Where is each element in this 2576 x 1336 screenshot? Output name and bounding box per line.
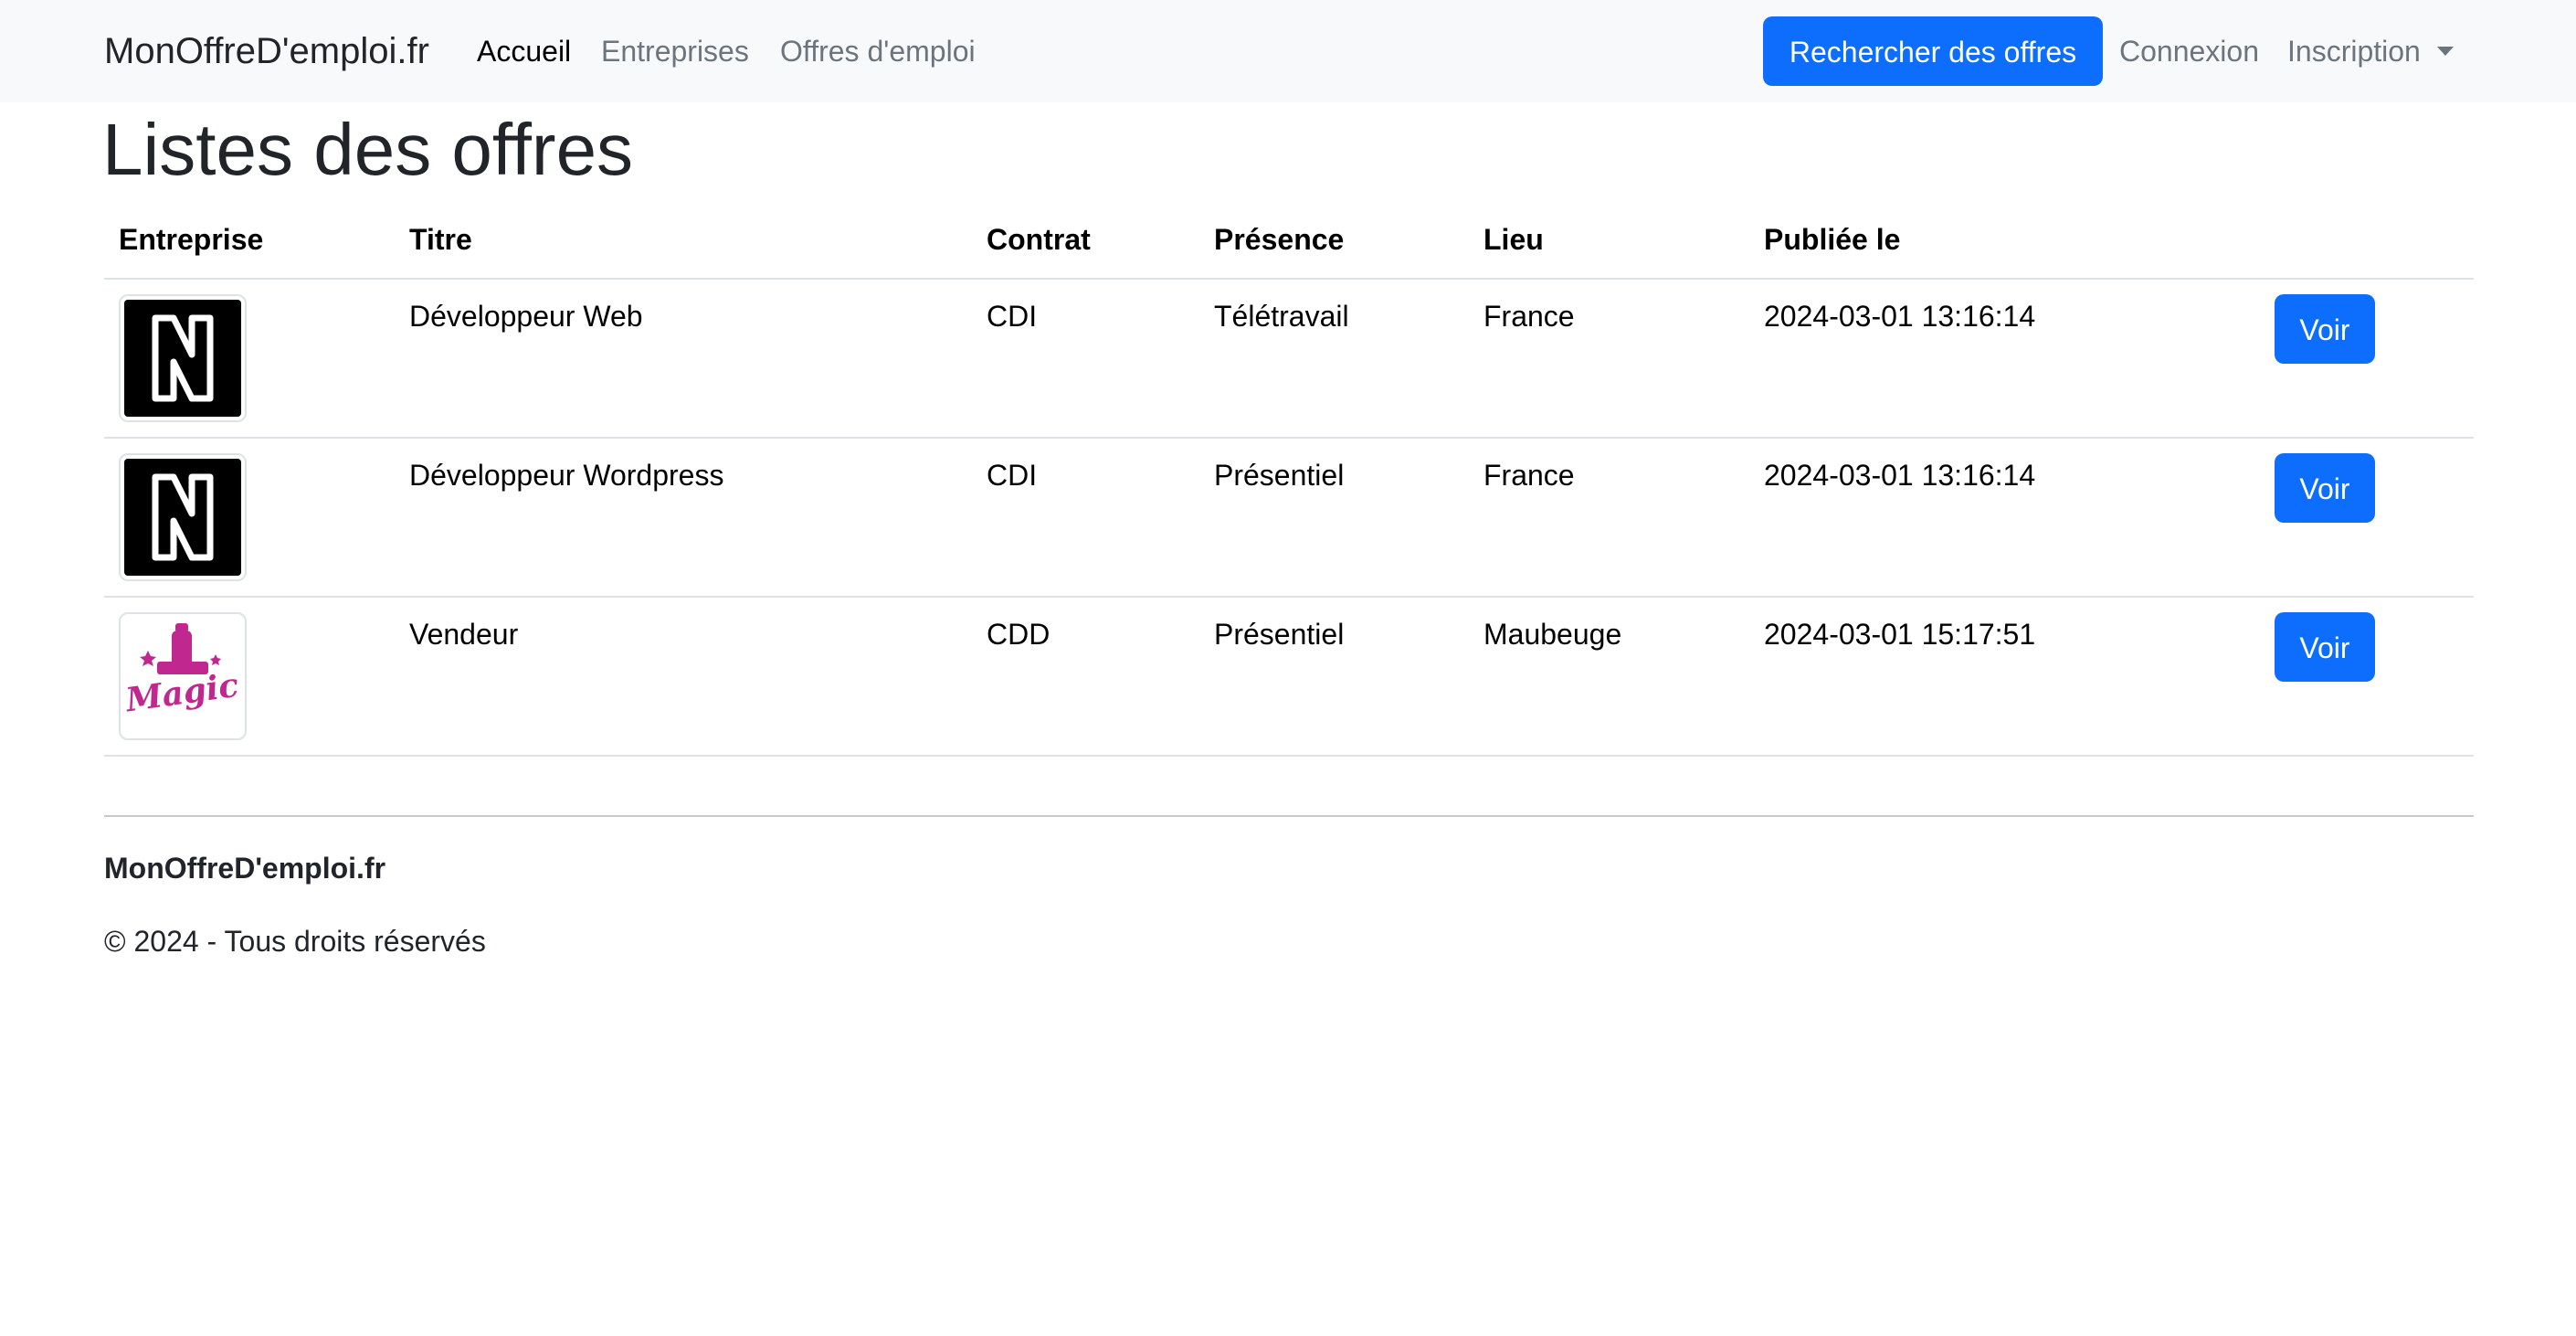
company-logo: Magic — [119, 612, 247, 740]
footer-brand: MonOffreD'emploi.fr — [104, 852, 386, 885]
company-logo — [119, 294, 247, 422]
footer-copyright: © 2024 - Tous droits réservés — [104, 925, 486, 958]
header-presence: Présence — [1214, 223, 1345, 256]
inscription-dropdown[interactable]: Inscription — [2287, 31, 2454, 71]
offer-title: Développeur Web — [409, 300, 643, 333]
inscription-label: Inscription — [2287, 35, 2421, 68]
nav-link-offres[interactable]: Offres d'emploi — [780, 31, 976, 71]
nav-link-accueil[interactable]: Accueil — [477, 31, 571, 71]
offer-contract: CDD — [987, 618, 1050, 651]
view-offer-button[interactable]: Voir — [2275, 612, 2375, 682]
company-logo — [119, 453, 247, 581]
offer-place: Maubeuge — [1483, 618, 1622, 651]
offer-place: France — [1483, 300, 1575, 333]
page-title: Listes des offres — [102, 109, 634, 190]
view-offer-button[interactable]: Voir — [2275, 453, 2375, 523]
offer-date: 2024-03-01 13:16:14 — [1764, 300, 2036, 333]
offer-presence: Présentiel — [1214, 618, 1345, 651]
offer-place: France — [1483, 459, 1575, 492]
offer-presence: Présentiel — [1214, 459, 1345, 492]
offer-title: Développeur Wordpress — [409, 459, 724, 492]
n-logo-icon — [124, 459, 241, 576]
offer-date: 2024-03-01 15:17:51 — [1764, 618, 2036, 651]
header-lieu: Lieu — [1483, 223, 1544, 256]
header-publiee: Publiée le — [1764, 223, 1901, 256]
nav-link-connexion[interactable]: Connexion — [2119, 31, 2259, 71]
navbar: MonOffreD'emploi.fr Accueil Entreprises … — [0, 0, 2576, 102]
table-header: Entreprise Titre Contrat Présence Lieu P… — [104, 212, 2474, 280]
table-row: Développeur Wordpress CDI Présentiel Fra… — [104, 439, 2474, 598]
nav-link-entreprises[interactable]: Entreprises — [601, 31, 749, 71]
offer-contract: CDI — [987, 300, 1038, 333]
magic-logo-icon: Magic — [121, 623, 241, 720]
n-logo-icon — [124, 300, 241, 417]
magic-logo-text: Magic — [121, 666, 241, 720]
header-contrat: Contrat — [987, 223, 1091, 256]
brand-link[interactable]: MonOffreD'emploi.fr — [104, 27, 429, 75]
offer-presence: Télétravail — [1214, 300, 1349, 333]
offer-date: 2024-03-01 13:16:14 — [1764, 459, 2036, 492]
header-titre: Titre — [409, 223, 472, 256]
footer-divider — [104, 815, 2474, 817]
offer-contract: CDI — [987, 459, 1038, 492]
view-offer-button[interactable]: Voir — [2275, 294, 2375, 364]
table-row: Développeur Web CDI Télétravail France 2… — [104, 280, 2474, 439]
offer-title: Vendeur — [409, 618, 519, 651]
table-row: Magic Vendeur CDD Présentiel Maubeuge 20… — [104, 598, 2474, 757]
caret-down-icon — [2436, 46, 2454, 56]
search-offers-button[interactable]: Rechercher des offres — [1763, 16, 2103, 86]
header-entreprise: Entreprise — [119, 223, 264, 256]
offers-table: Entreprise Titre Contrat Présence Lieu P… — [104, 212, 2474, 757]
